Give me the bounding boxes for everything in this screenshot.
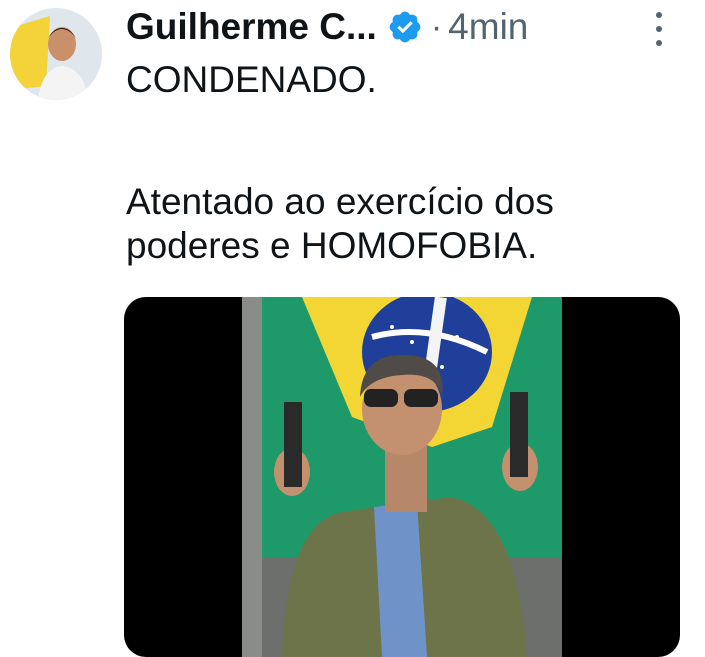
separator-dot: · xyxy=(430,7,443,46)
tweet-header: Guilherme C... · 4min xyxy=(126,2,665,52)
verified-badge-icon xyxy=(389,11,421,43)
avatar[interactable] xyxy=(10,8,102,100)
timestamp[interactable]: 4min xyxy=(448,6,528,48)
tweet-line-2: Atentado ao exercício dos poderes e HOMO… xyxy=(126,181,554,266)
tweet-media[interactable] xyxy=(124,297,680,657)
tweet-text: CONDENADO. Atentado ao exercício dos pod… xyxy=(126,58,686,268)
tweet-line-1: CONDENADO. xyxy=(126,59,377,100)
man-with-flag-photo xyxy=(242,297,562,657)
more-vertical-icon[interactable] xyxy=(649,12,669,46)
author-name[interactable]: Guilherme C... xyxy=(126,6,377,48)
